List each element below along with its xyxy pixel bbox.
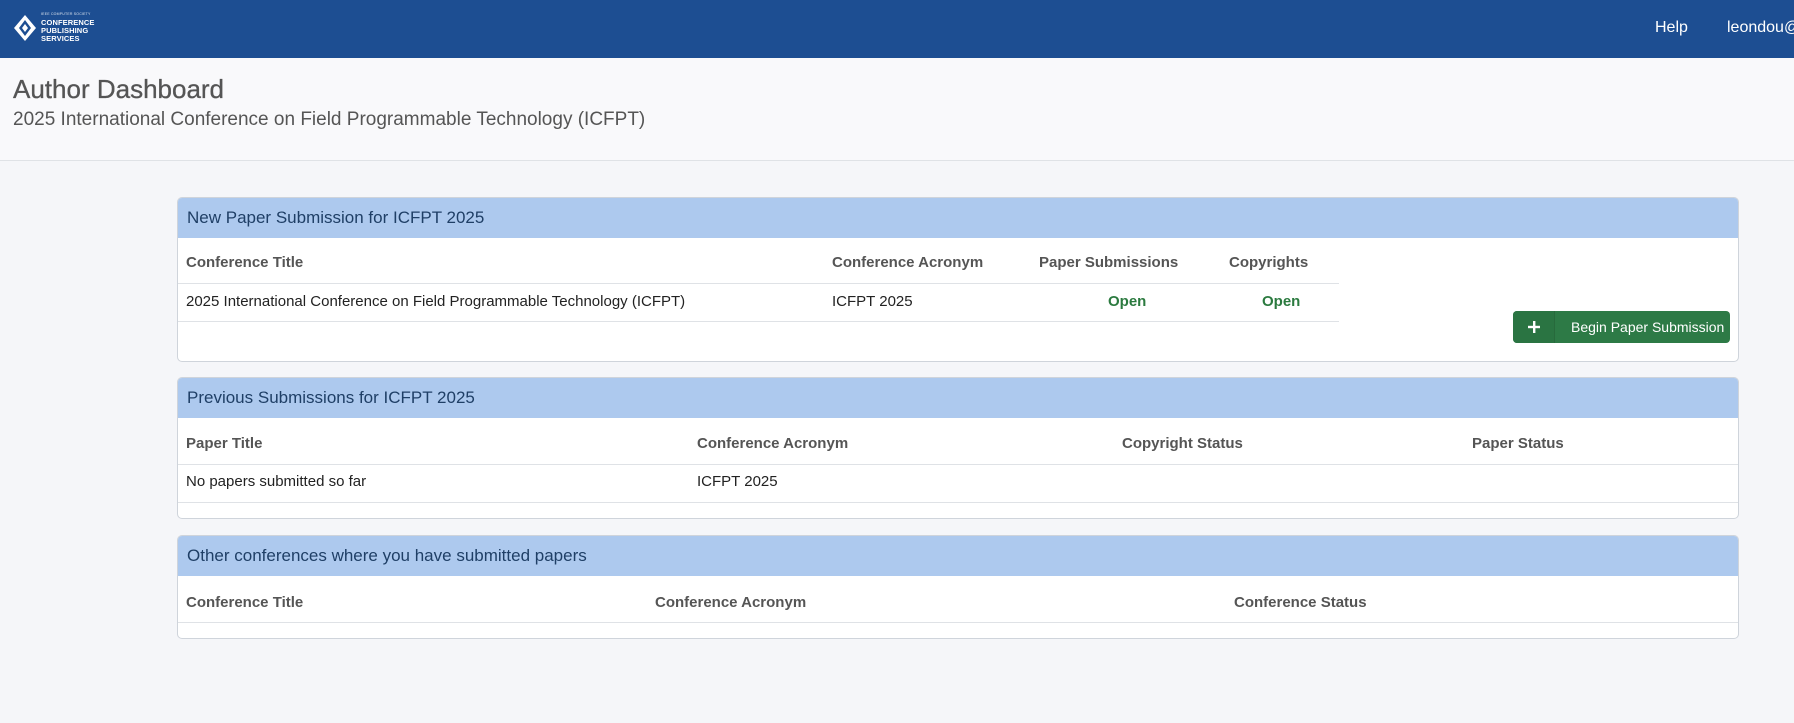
col-copyright-status: Copyright Status	[1122, 435, 1243, 452]
col-conference-title: Conference Title	[186, 594, 304, 611]
nav-user-menu[interactable]: leondou@	[1727, 19, 1794, 37]
copyrights-status: Open	[1262, 293, 1301, 310]
previous-submissions-panel: Previous Submissions for ICFPT 2025 Pape…	[177, 377, 1739, 519]
row-paper-title: No papers submitted so far	[186, 473, 367, 490]
row-divider	[178, 502, 1738, 503]
header-divider	[178, 622, 1738, 623]
page-subtitle: 2025 International Conference on Field P…	[13, 109, 646, 130]
col-copyrights: Copyrights	[1229, 254, 1309, 271]
row-conference-acronym: ICFPT 2025	[832, 293, 913, 310]
header-divider	[178, 464, 1738, 465]
col-conference-acronym: Conference Acronym	[832, 254, 984, 271]
begin-paper-submission-button[interactable]: Begin Paper Submission	[1513, 311, 1730, 343]
brand-line-3: SERVICES	[41, 33, 80, 43]
col-conference-acronym: Conference Acronym	[655, 594, 807, 611]
other-conferences-heading: Other conferences where you have submitt…	[178, 536, 1738, 576]
plus-icon	[1513, 311, 1555, 343]
brand-small-text: IEEE COMPUTER SOCIETY	[41, 12, 91, 17]
col-paper-status: Paper Status	[1472, 435, 1564, 452]
new-submission-panel: New Paper Submission for ICFPT 2025 Conf…	[177, 197, 1739, 362]
previous-submissions-heading: Previous Submissions for ICFPT 2025	[178, 378, 1738, 418]
row-conference-acronym: ICFPT 2025	[697, 473, 778, 490]
col-conference-title: Conference Title	[186, 254, 304, 271]
page-header: Author Dashboard 2025 International Conf…	[0, 58, 1794, 161]
col-conference-status: Conference Status	[1234, 594, 1367, 611]
new-submission-heading: New Paper Submission for ICFPT 2025	[178, 198, 1738, 238]
header-divider	[178, 283, 1339, 284]
row-divider	[178, 321, 1339, 322]
brand-text: IEEE COMPUTER SOCIETY CONFERENCE PUBLISH…	[41, 13, 95, 43]
paper-submissions-status: Open	[1108, 293, 1147, 310]
page-title: Author Dashboard	[13, 74, 225, 104]
row-conference-title: 2025 International Conference on Field P…	[186, 293, 686, 310]
col-conference-acronym: Conference Acronym	[697, 435, 849, 452]
nav-help-link[interactable]: Help	[1655, 19, 1688, 37]
begin-paper-submission-label: Begin Paper Submission	[1571, 319, 1725, 335]
brand-logo[interactable]: IEEE COMPUTER SOCIETY CONFERENCE PUBLISH…	[14, 13, 95, 43]
logo-mark-icon	[14, 15, 36, 41]
other-conferences-panel: Other conferences where you have submitt…	[177, 535, 1739, 639]
top-navbar: IEEE COMPUTER SOCIETY CONFERENCE PUBLISH…	[0, 0, 1794, 58]
col-paper-submissions: Paper Submissions	[1039, 254, 1179, 271]
col-paper-title: Paper Title	[186, 435, 263, 452]
